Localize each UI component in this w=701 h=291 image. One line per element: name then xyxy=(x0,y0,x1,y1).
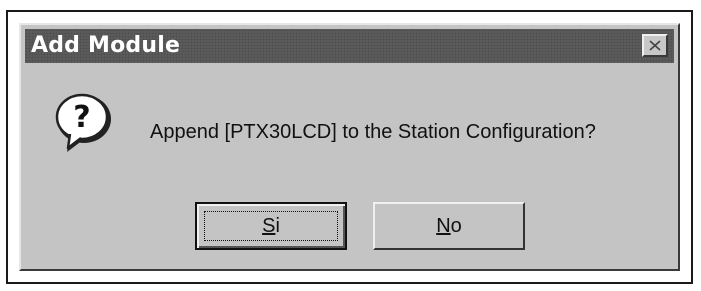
close-button[interactable] xyxy=(642,34,668,57)
si-label-rest: i xyxy=(275,214,280,237)
no-button-label: No xyxy=(436,215,462,238)
no-mnemonic: N xyxy=(436,214,451,237)
close-icon xyxy=(649,40,661,51)
title-bar[interactable]: Add Module xyxy=(25,29,674,63)
question-icon: ? xyxy=(55,93,111,152)
si-button[interactable]: Si xyxy=(195,202,347,250)
dialog-title: Add Module xyxy=(31,33,181,58)
no-button[interactable]: No xyxy=(373,202,525,250)
svg-text:?: ? xyxy=(73,100,90,135)
confirmation-message: Append [PTX30LCD] to the Station Configu… xyxy=(150,121,596,143)
si-button-label: Si xyxy=(262,215,280,238)
add-module-dialog: Add Module ? Append [PTX30LCD] to the St… xyxy=(19,23,680,271)
no-label-rest: o xyxy=(450,214,462,237)
si-mnemonic: S xyxy=(262,214,276,237)
